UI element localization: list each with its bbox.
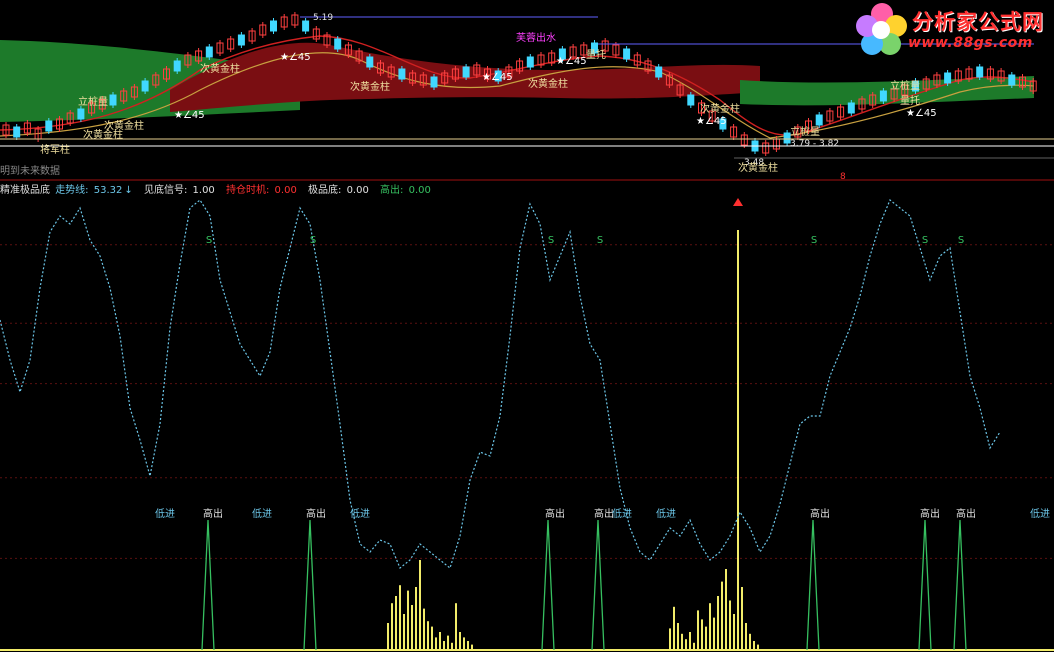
- signal-annotation: 低进: [1030, 507, 1050, 520]
- signal-annotation: 高出: [810, 507, 830, 520]
- trend-arrow: ↓: [124, 185, 133, 196]
- candle-body: [430, 76, 438, 88]
- signal-peak: [201, 519, 215, 651]
- best-bottom-label: 极品底:: [308, 185, 342, 196]
- angle-label: ★∠45: [556, 56, 587, 67]
- candle-body: [173, 60, 181, 72]
- signal-peak: [918, 519, 932, 651]
- signal-peak: [806, 519, 820, 651]
- candle-body: [270, 20, 277, 32]
- angle-label: ★∠45: [174, 110, 205, 121]
- hold-timing-value: 0.00: [274, 185, 297, 196]
- candle-body: [944, 72, 952, 84]
- candle-body: [13, 126, 21, 138]
- bottom-signal-value: 1.00: [192, 185, 215, 196]
- signal-peaks: [201, 519, 967, 651]
- watermark-title: 分析家公式网: [912, 10, 1044, 34]
- signal-annotation: 低进: [252, 507, 272, 520]
- candle-body: [334, 38, 342, 50]
- price-label: 量托: [586, 48, 606, 61]
- s-marker: S: [958, 235, 964, 246]
- price-label: 量托: [900, 94, 920, 107]
- flower-logo-icon: [856, 3, 907, 55]
- price-label: 立桩量: [890, 79, 920, 92]
- signal-annotation: 低进: [350, 507, 370, 520]
- candle-body: [462, 66, 470, 78]
- s-marker: S: [206, 235, 212, 246]
- s-marker: S: [922, 235, 928, 246]
- candle-body: [109, 94, 117, 106]
- signal-annotation: 低进: [155, 507, 175, 520]
- s-marker: S: [811, 235, 817, 246]
- future-data-note: 明到未来数据: [0, 166, 60, 177]
- candle-body: [687, 94, 695, 106]
- trend-value: 53.32: [93, 185, 123, 196]
- signal-annotation: 高出: [306, 507, 326, 520]
- candle-body: [976, 66, 984, 78]
- volume-bars: [387, 198, 759, 650]
- indicator-grid: [0, 244, 1054, 651]
- s-marker: S: [548, 235, 554, 246]
- candle-body: [302, 20, 310, 32]
- price-label: 次黄金柱: [200, 62, 240, 75]
- trend-label: 走势线:: [55, 185, 89, 196]
- red-marker-label: 8: [840, 172, 846, 182]
- candle-body: [366, 56, 374, 68]
- candle-body: [1008, 74, 1016, 86]
- signal-peak: [953, 519, 967, 651]
- best-bottom-value: 0.00: [346, 185, 369, 196]
- candle-body: [879, 90, 887, 102]
- high-price-label: 5.19: [313, 13, 333, 23]
- candle-body: [526, 56, 534, 68]
- signal-annotation: 低进: [612, 507, 632, 520]
- price-label: 将军柱: [40, 143, 70, 156]
- price-label: 立桩量: [78, 95, 108, 108]
- candle-body: [623, 48, 631, 60]
- indicator-name: 精准极品底: [0, 185, 50, 196]
- price-label: 立桩量: [790, 125, 820, 138]
- signal-peak: [541, 519, 555, 651]
- candle-body: [45, 120, 53, 132]
- price-label: 次黄金柱: [83, 128, 123, 141]
- signal-annotation: 低进: [656, 507, 676, 520]
- angle-label: ★∠45: [696, 116, 727, 127]
- angle-label: ★∠45: [482, 72, 513, 83]
- hold-timing-label: 持仓时机:: [225, 185, 270, 196]
- price-label: 次黄金柱: [700, 102, 740, 115]
- s-marker: S: [597, 235, 603, 246]
- candle-body: [655, 66, 663, 78]
- signal-annotation: 高出: [594, 507, 614, 520]
- angle-label: ★∠45: [906, 108, 937, 119]
- candle-body: [398, 68, 406, 80]
- high-out-label: 高出:: [380, 185, 404, 196]
- chart-canvas: 5.193.483.79 - 3.828次黄金柱次黄金柱次黄金柱次黄金柱 次黄金柱…: [0, 12, 1054, 651]
- signal-annotation: 高出: [956, 507, 976, 520]
- bottom-signal-label: 见底信号:: [143, 185, 188, 196]
- candle-body: [237, 34, 245, 46]
- high-out-value: 0.00: [408, 185, 431, 196]
- signal-annotation: 高出: [545, 507, 565, 520]
- candle-body: [77, 108, 85, 120]
- price-label: 次黄金柱: [528, 77, 568, 90]
- price-label: 次黄金柱: [350, 80, 390, 93]
- indicator-bar: 精准极品底 走势线: 53.32 ↓ 见底信号: 1.00 持仓时机: 0.00 …: [0, 181, 433, 196]
- s-marker: S: [310, 235, 316, 246]
- price-label: 次黄金柱: [738, 161, 778, 174]
- signal-peak: [303, 519, 317, 651]
- signal-annotation: 高出: [920, 507, 940, 520]
- signal-peak: [591, 519, 605, 651]
- signal-annotation: 高出: [203, 507, 223, 520]
- candle-body: [815, 114, 823, 126]
- range-label: 3.79 - 3.82: [790, 139, 839, 149]
- chart-root: 5.19 3.48 3.79 - 3.82 8 次黄金柱 次黄金柱 次黄金柱 次黄金柱 次黄金柱…: [0, 0, 1054, 652]
- candle-body: [141, 80, 149, 92]
- candle-body: [205, 46, 213, 58]
- peak-arrow-icon: [733, 198, 743, 206]
- candle-body: [847, 102, 855, 114]
- price-label: 芙蓉出水: [516, 31, 556, 44]
- watermark-url: www.88gs.com: [908, 35, 1033, 51]
- angle-label: ★∠45: [280, 52, 311, 63]
